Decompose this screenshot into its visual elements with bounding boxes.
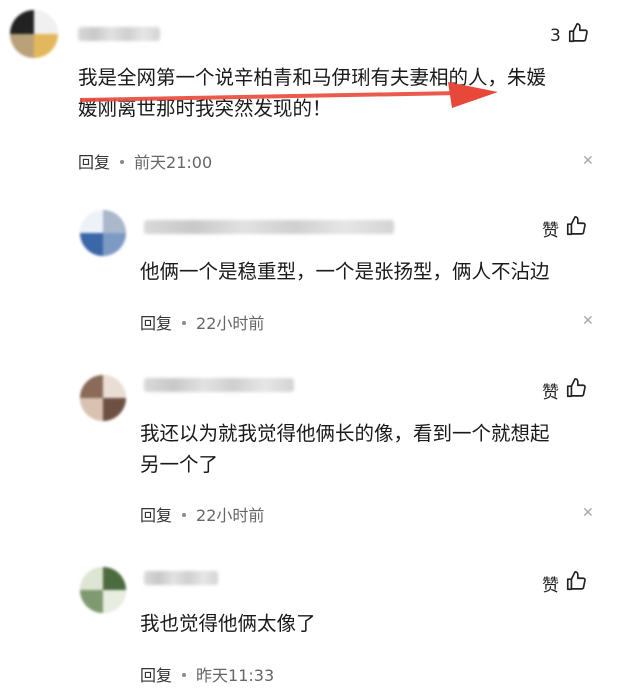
thumbs-up-icon [567, 22, 589, 49]
reply-button[interactable]: 回复 [140, 666, 172, 685]
like-button[interactable]: 赞 [542, 215, 587, 242]
close-icon[interactable]: ✕ [582, 314, 594, 328]
thumbs-up-icon [565, 570, 587, 597]
separator-dot [182, 320, 187, 325]
reply-button[interactable]: 回复 [140, 314, 172, 333]
thumbs-up-icon [565, 215, 587, 242]
username-blurred[interactable] [144, 378, 294, 392]
reply-button[interactable]: 回复 [140, 506, 172, 525]
timestamp: 前天21:00 [134, 153, 213, 172]
username-blurred[interactable] [144, 220, 394, 234]
avatar[interactable] [80, 375, 126, 421]
reply-button[interactable]: 回复 [78, 153, 110, 172]
comment-meta: 回复 22小时前 [140, 310, 264, 334]
like-label: 赞 [542, 221, 559, 241]
username-blurred[interactable] [144, 571, 218, 585]
comment-text: 他俩一个是稳重型，一个是张扬型，俩人不沾边 [140, 260, 550, 283]
timestamp: 22小时前 [196, 506, 265, 525]
timestamp: 昨天11:33 [196, 666, 275, 685]
comment-meta: 回复 前天21:00 [78, 149, 212, 173]
separator-dot [182, 672, 187, 677]
like-count: 3 [550, 25, 561, 46]
comment-text: 我也觉得他俩太像了 [140, 612, 316, 635]
comment-meta: 回复 22小时前 [140, 502, 264, 526]
close-icon[interactable]: ✕ [582, 506, 594, 520]
like-label: 赞 [542, 576, 559, 596]
comment-text: 我还以为就我觉得他俩长的像，看到一个就想起 另一个了 [140, 422, 550, 476]
separator-dot [120, 159, 125, 164]
like-label: 赞 [542, 383, 559, 403]
like-button[interactable]: 3 [550, 22, 589, 49]
separator-dot [182, 512, 187, 517]
username-blurred[interactable] [78, 27, 160, 41]
timestamp: 22小时前 [196, 314, 265, 333]
comment-meta: 回复 昨天11:33 [140, 662, 274, 686]
avatar[interactable] [10, 10, 58, 58]
avatar[interactable] [80, 567, 126, 613]
red-arrow-annotation [80, 82, 498, 108]
like-button[interactable]: 赞 [542, 570, 587, 597]
avatar[interactable] [80, 210, 126, 256]
like-button[interactable]: 赞 [542, 377, 587, 404]
thumbs-up-icon [565, 377, 587, 404]
close-icon[interactable]: ✕ [582, 154, 594, 168]
